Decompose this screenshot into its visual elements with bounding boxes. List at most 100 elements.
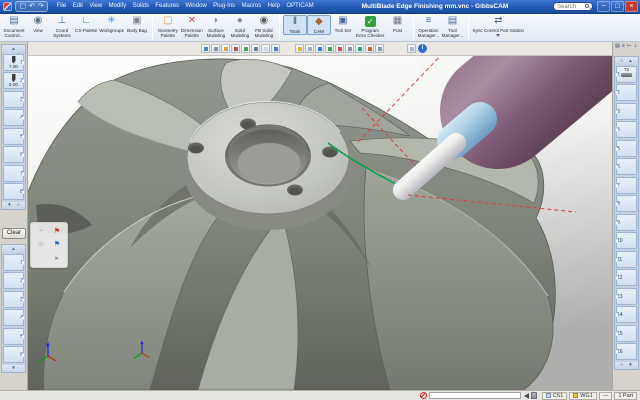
menu-macros[interactable]: Macros [242, 0, 262, 13]
toolbar-tool-manager[interactable]: ▤ Tool Manager... [441, 15, 465, 38]
mini-icon[interactable] [335, 44, 344, 53]
mini-icon[interactable] [231, 44, 240, 53]
tool-slot[interactable]: 7.00 1 [3, 54, 24, 71]
app-logo-icon[interactable] [3, 2, 12, 11]
scroll-up-button[interactable]: ▲ [2, 45, 25, 52]
menu-solids[interactable]: Solids [133, 0, 149, 13]
trash-icon[interactable] [531, 392, 537, 399]
new-document-icon[interactable]: ▢ [20, 2, 27, 11]
menu-features[interactable]: Features [155, 0, 179, 13]
process-slot[interactable]: 13 [616, 288, 637, 305]
process-slot[interactable]: 5 [616, 140, 637, 157]
minimize-button[interactable]: − [597, 1, 610, 12]
dropdown-caret-icon[interactable] [496, 34, 500, 37]
process-slot[interactable]: T2 1 [616, 66, 637, 83]
menu-window[interactable]: Window [185, 0, 206, 13]
toolbar-sync-control-part-station[interactable]: ⇄ Sync Control Part Station [472, 15, 526, 37]
operation-slot[interactable]: 1 [3, 254, 24, 271]
viewport-3d[interactable] [28, 56, 612, 390]
mini-icon[interactable] [271, 44, 280, 53]
menu-edit[interactable]: Edit [73, 0, 83, 13]
operation-slot[interactable]: 4 [3, 309, 24, 326]
mini-icon[interactable] [295, 44, 304, 53]
process-slot[interactable]: 15 [616, 325, 637, 342]
operation-slot[interactable]: 5 [3, 328, 24, 345]
process-slot[interactable]: 4 [616, 121, 637, 138]
toolbar-cam[interactable]: ◆ CAM [307, 15, 331, 35]
toolbar-tools[interactable]: ‖ Tools [283, 15, 307, 35]
clear-button[interactable]: Clear [2, 228, 26, 239]
mini-icon[interactable] [305, 44, 314, 53]
toolbar-view[interactable]: ◉ View [26, 15, 50, 33]
process-slot[interactable]: 11 [616, 251, 637, 268]
menu-opticam[interactable]: OPTICAM [286, 0, 313, 13]
toolbar-geometry-palette[interactable]: ▢ Geometry Palette [156, 15, 180, 38]
toolbar-cs-palette[interactable]: ∟ CS-Palette [74, 15, 98, 33]
menu-view[interactable]: View [89, 0, 102, 13]
undo-icon[interactable]: ↶ [29, 2, 35, 11]
toolbar-solid-modeling[interactable]: ● Solid Modeling [228, 15, 252, 38]
toolbar-post[interactable]: ▦ Post [386, 15, 410, 33]
toolbar-fb-solid-modeling[interactable]: ◉ FB Solid Modeling [252, 15, 276, 38]
mini-icon[interactable] [261, 44, 270, 53]
operation-slot[interactable]: 6 [3, 346, 24, 363]
toolbar-program-error-checker[interactable]: ✓ Program Error Checker [355, 15, 386, 38]
mini-icon[interactable] [375, 44, 384, 53]
mini-icon[interactable] [251, 44, 260, 53]
mini-icon[interactable] [315, 44, 324, 53]
tool-slot[interactable]: 3 [3, 91, 24, 108]
toolbar-workgroups[interactable]: ✳ Workgroups [98, 15, 125, 33]
toolbar-document-control[interactable]: ▤ Document Control... [2, 15, 26, 38]
menu-help[interactable]: Help [268, 0, 280, 13]
tool-slot[interactable]: 6.00 2 [3, 72, 24, 89]
close-button[interactable]: × [625, 1, 638, 12]
scroll-down-button[interactable]: ▼ [2, 365, 25, 372]
flag-red-icon[interactable]: ⚑ [54, 227, 60, 236]
toolbar-body-bag[interactable]: ▣ Body Bag [125, 15, 149, 33]
redo-icon[interactable]: ↷ [38, 2, 44, 11]
toolbar-tool-set[interactable]: ▣ Tool Set [331, 15, 355, 33]
process-slot[interactable]: 8 [616, 195, 637, 212]
align-icon[interactable]: ⊢ [627, 43, 631, 49]
tool-slot[interactable]: 8 [3, 183, 24, 200]
scroll-up-button[interactable]: ×▲ [615, 57, 638, 64]
more-icon[interactable]: ▸ [55, 254, 59, 263]
search-icon[interactable] [585, 4, 589, 8]
process-slot[interactable]: 10 [616, 232, 637, 249]
toolbar-surface-modeling[interactable]: ◗ Surface Modeling [204, 15, 228, 38]
mini-icon[interactable] [221, 44, 230, 53]
info-icon[interactable]: i [418, 44, 427, 53]
restore-button[interactable]: □ [611, 1, 624, 12]
operation-slot[interactable]: 3 [3, 291, 24, 308]
cs-indicator[interactable]: CS1 [542, 392, 568, 400]
tool-slot[interactable]: 6 [3, 146, 24, 163]
process-slot[interactable]: 16 [616, 343, 637, 360]
menu-file[interactable]: File [57, 0, 67, 13]
mini-icon[interactable] [355, 44, 364, 53]
flag-blue-icon[interactable]: ⚑ [54, 240, 60, 249]
process-slot[interactable]: 9 [616, 214, 637, 231]
process-slot[interactable]: 14 [616, 306, 637, 323]
process-slot[interactable]: 3 [616, 103, 637, 120]
tool-slot[interactable]: 5 [3, 128, 24, 145]
toolbar-operation-manager[interactable]: ≡ Operation Manager... [417, 15, 441, 38]
axis-icon[interactable]: ⊥ [634, 43, 638, 49]
target-icon[interactable]: ◎ [38, 240, 44, 249]
tool-slot[interactable]: 4 [3, 109, 24, 126]
mini-icon[interactable] [325, 44, 334, 53]
toolbar-dimension-palette[interactable]: ✕ Dimension Palette [180, 15, 204, 38]
tool-slot[interactable]: 7 [3, 165, 24, 182]
rewind-icon[interactable] [524, 393, 529, 399]
menu-icon[interactable]: ≡ [622, 43, 625, 49]
scroll-up-button[interactable]: ▲ [2, 245, 25, 252]
scroll-down-button[interactable]: ×▼ [615, 362, 638, 369]
mini-icon[interactable] [211, 44, 220, 53]
probe-icon[interactable]: + [39, 227, 43, 236]
scroll-down-button[interactable]: ▼× [2, 202, 25, 209]
mini-icon[interactable] [201, 44, 210, 53]
mini-icon[interactable] [365, 44, 374, 53]
fit-view-icon[interactable] [407, 44, 416, 53]
process-slot[interactable]: 7 [616, 177, 637, 194]
mini-icon[interactable] [345, 44, 354, 53]
list-icon[interactable]: ▤ [615, 43, 620, 49]
